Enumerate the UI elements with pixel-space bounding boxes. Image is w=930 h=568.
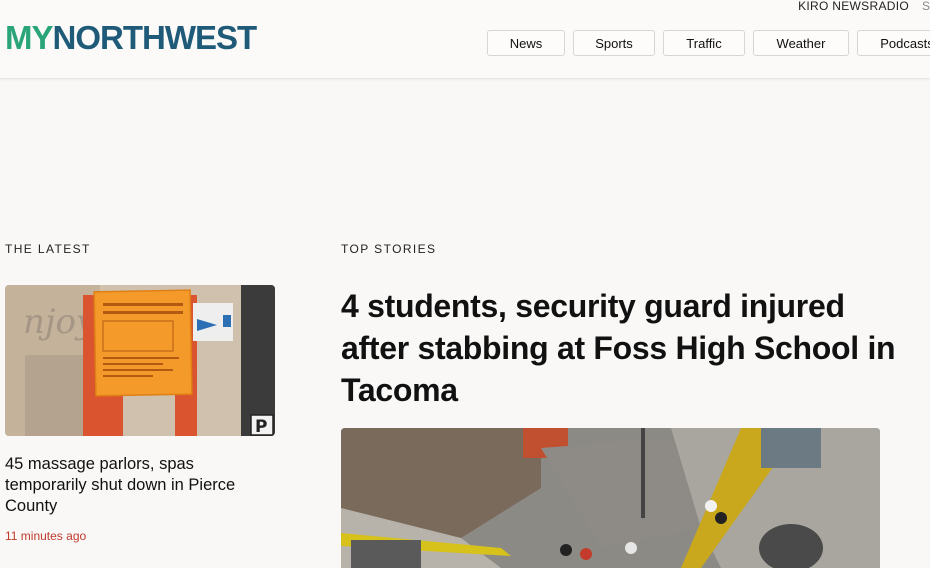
nav-weather[interactable]: Weather [753,30,849,56]
top-right-overflow-link[interactable]: S [922,0,930,13]
nav-news[interactable]: News [487,30,565,56]
the-latest-heading: THE LATEST [5,242,91,256]
svg-text:P: P [255,417,267,436]
top-story-image[interactable] [341,428,880,568]
site-header: MY NORTHWEST KIRO NEWSRADIO S News Sport… [0,0,930,79]
kiro-newsradio-link[interactable]: KIRO NEWSRADIO [798,0,909,13]
nav-traffic[interactable]: Traffic [663,30,745,56]
nav-podcasts[interactable]: Podcasts [857,30,930,56]
site-logo[interactable]: MY NORTHWEST [5,18,258,58]
massage-parlor-photo: njoy P [5,285,275,436]
main-nav: News Sports Traffic Weather Podcasts [487,30,930,56]
logo-northwest-text: NORTHWEST [52,19,258,56]
latest-article-time: 11 minutes ago [5,529,87,543]
latest-article-title[interactable]: 45 massage parlors, spas temporarily shu… [5,454,275,517]
latest-article-image[interactable]: njoy P [5,285,275,436]
top-stories-heading: TOP STORIES [341,242,437,256]
nav-sports[interactable]: Sports [573,30,655,56]
top-story-headline[interactable]: 4 students, security guard injured after… [341,285,901,411]
school-aerial-photo [341,428,880,568]
logo-my-text: MY [5,19,53,56]
